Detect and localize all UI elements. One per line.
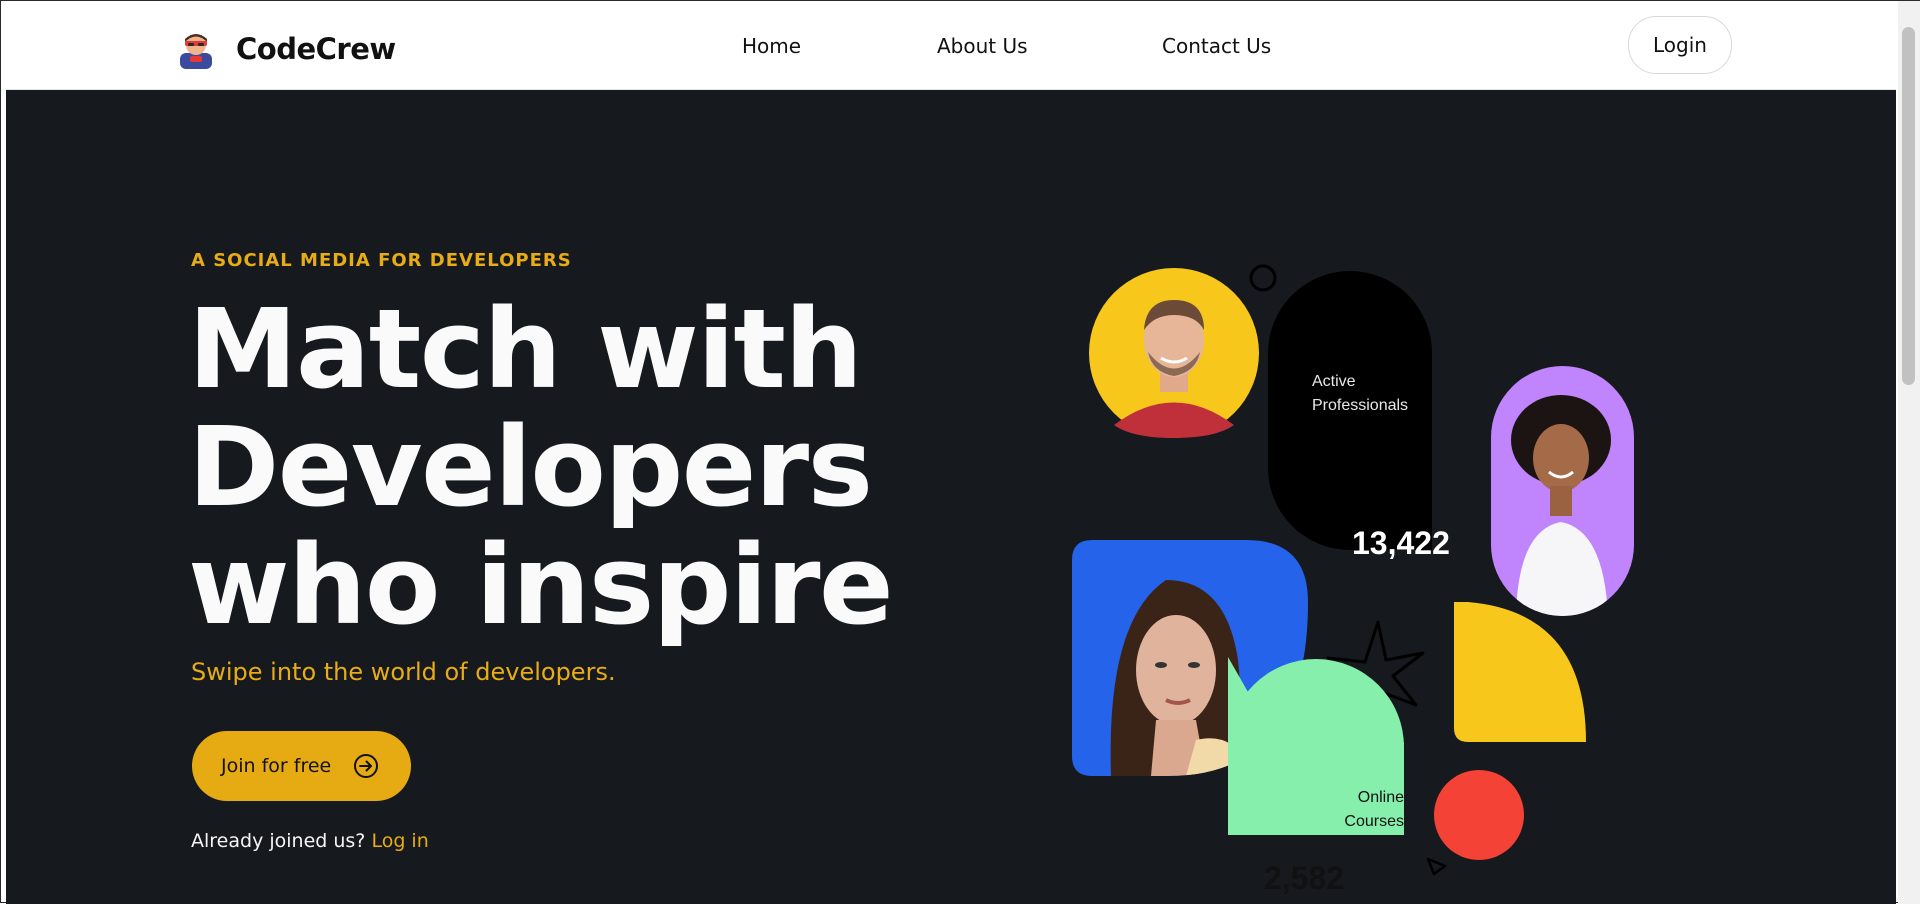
page-scrollbar[interactable] <box>1898 1 1920 904</box>
login-button[interactable]: Login <box>1628 16 1732 74</box>
nav-link-contact-us[interactable]: Contact Us <box>1162 34 1271 58</box>
hero-headline: Match with Developers who inspire <box>188 285 894 649</box>
courses-label-line: Courses <box>1344 813 1404 830</box>
courses-label-line: Online <box>1357 789 1404 806</box>
hero-collage: Active Professionals 13,422 Online Cours… <box>1056 260 1656 896</box>
hero-section: A SOCIAL MEDIA FOR DEVELOPERS Match with… <box>6 90 1896 904</box>
red-circle-shape <box>1434 770 1524 860</box>
already-joined-line: Already joined us? Log in <box>191 830 429 852</box>
arrow-right-circle-icon <box>354 754 379 778</box>
headline-line: Match with <box>188 285 863 413</box>
active-label-line: Active <box>1312 373 1356 390</box>
join-for-free-button[interactable]: Join for free <box>192 731 411 801</box>
portrait-man-avatar <box>1089 268 1259 438</box>
join-button-label: Join for free <box>221 755 332 777</box>
top-navbar: CodeCrew Home About Us Contact Us Login <box>6 3 1896 90</box>
browser-frame: CodeCrew Home About Us Contact Us Login … <box>0 0 1920 904</box>
headline-line: who inspire <box>188 521 894 649</box>
nav-link-home[interactable]: Home <box>742 34 801 58</box>
nav-link-about-us[interactable]: About Us <box>937 34 1028 58</box>
active-professionals-value: 13,422 <box>1352 525 1450 561</box>
online-courses-value: 2,582 <box>1264 860 1345 896</box>
yellow-quarter-shape <box>1454 602 1586 742</box>
scrollbar-thumb[interactable] <box>1902 27 1915 385</box>
triangle-icon <box>1426 857 1447 876</box>
hero-eyebrow: A SOCIAL MEDIA FOR DEVELOPERS <box>191 250 572 271</box>
log-in-link[interactable]: Log in <box>371 830 428 852</box>
already-joined-text: Already joined us? <box>191 830 366 852</box>
active-label-line: Professionals <box>1312 397 1409 414</box>
online-courses-label: Online Courses <box>1318 786 1404 834</box>
headline-line: Developers <box>188 403 873 531</box>
portrait-woman-right-avatar <box>1491 366 1634 616</box>
brand-logo-icon <box>180 34 212 69</box>
active-professionals-label: Active Professionals <box>1312 370 1408 418</box>
brand-name: CodeCrew <box>236 32 396 66</box>
brand[interactable]: CodeCrew <box>176 29 396 69</box>
hero-subline: Swipe into the world of developers. <box>191 658 616 686</box>
ring-icon <box>1249 264 1277 292</box>
